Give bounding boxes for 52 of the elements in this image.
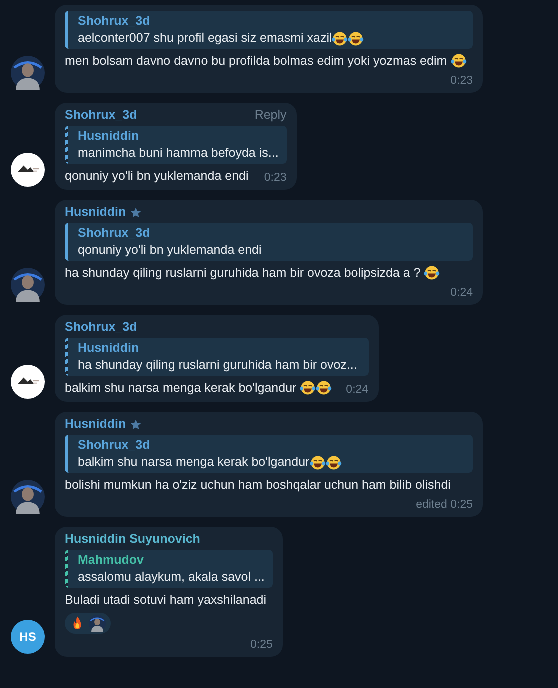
sender-name[interactable]: Husniddin Suyunovich bbox=[65, 531, 200, 548]
sender-name[interactable]: Husniddin bbox=[65, 204, 126, 221]
user-avatar-icon bbox=[11, 56, 45, 90]
laughing-emoji-icon bbox=[310, 454, 326, 470]
message-time: 0:23 bbox=[450, 74, 473, 89]
quote-text: assalomu alaykum, akala savol ... bbox=[78, 569, 265, 586]
laughing-emoji-icon bbox=[326, 454, 342, 470]
quote-text: qonuniy yo'li bn yuklemanda endi bbox=[78, 242, 262, 259]
message-time: 0:24 bbox=[450, 286, 473, 301]
quoted-message[interactable]: Husniddin manimcha buni hamma befoyda is... bbox=[65, 126, 287, 164]
message-time: 0:25 bbox=[250, 638, 273, 653]
sender-name[interactable]: Husniddin bbox=[65, 416, 126, 433]
quote-author: Shohrux_3d bbox=[78, 13, 152, 30]
message-text: Buladi utadi sotuvi ham yaxshilanadi bbox=[65, 593, 267, 607]
quote-author: Shohrux_3d bbox=[78, 225, 152, 242]
laughing-emoji-icon bbox=[424, 265, 440, 281]
message-time: 0:23 bbox=[264, 171, 287, 186]
sender-name[interactable]: Shohrux_3d bbox=[65, 107, 138, 124]
laughing-emoji-icon bbox=[316, 380, 332, 396]
message-text: bolishi mumkun ha o'ziz uchun ham boshqalar uchun ham bilib olishdi bbox=[65, 478, 451, 492]
quote-author: Husniddin bbox=[78, 128, 140, 145]
quote-author: Shohrux_3d bbox=[78, 437, 152, 454]
reply-button[interactable]: Reply bbox=[234, 107, 287, 124]
logo-avatar-icon bbox=[11, 365, 45, 399]
message-text: ha shunday qiling ruslarni guruhida ham bir ovoza bolipsizda a ? bbox=[65, 266, 421, 280]
quoted-message[interactable]: Husniddin ha shunday qiling ruslarni guruhida ham bir ovoz... bbox=[65, 338, 369, 376]
message-text: qonuniy yo'li bn yuklemanda endi bbox=[65, 169, 249, 183]
quote-author: Mahmudov bbox=[78, 552, 145, 569]
user-avatar-icon bbox=[89, 615, 106, 632]
sender-name[interactable]: Shohrux_3d bbox=[65, 319, 138, 336]
quote-text: manimcha buni hamma befoyda is... bbox=[78, 145, 279, 162]
laughing-emoji-icon bbox=[348, 30, 364, 46]
message-time: 0:24 bbox=[346, 383, 369, 398]
user-avatar-icon bbox=[11, 268, 45, 302]
quote-text: aelconter007 shu profil egasi siz emasmi xazil bbox=[78, 30, 332, 47]
laughing-emoji-icon bbox=[300, 380, 316, 396]
quote-text: ha shunday qiling ruslarni guruhida ham bir ovoz... bbox=[78, 357, 358, 374]
message-time: edited 0:25 bbox=[416, 498, 473, 513]
laughing-emoji-icon bbox=[332, 30, 348, 46]
message-text: balkim shu narsa menga kerak bo'lgandur bbox=[65, 381, 297, 395]
laughing-emoji-icon bbox=[450, 53, 467, 69]
quote-text: balkim shu narsa menga kerak bo'lgandur bbox=[78, 454, 310, 471]
quoted-message[interactable]: Mahmudov assalomu alaykum, akala savol ... bbox=[65, 550, 273, 588]
quoted-message[interactable]: Shohrux_3d qonuniy yo'li bn yuklemanda endi bbox=[65, 223, 473, 261]
quote-author: Husniddin bbox=[78, 340, 140, 357]
logo-avatar-icon bbox=[11, 153, 45, 187]
user-avatar-icon bbox=[11, 480, 45, 514]
user-avatar: HS bbox=[11, 620, 45, 654]
quoted-message[interactable]: Shohrux_3d aelconter007 shu profil egasi siz emasmi xazil bbox=[65, 11, 473, 49]
quoted-message[interactable]: Shohrux_3d balkim shu narsa menga kerak bo'lgandur bbox=[65, 435, 473, 473]
message-text: men bolsam davno davno bu profilda bolmas edim yoki yozmas edim bbox=[65, 54, 448, 68]
reaction-chip[interactable] bbox=[65, 613, 111, 634]
